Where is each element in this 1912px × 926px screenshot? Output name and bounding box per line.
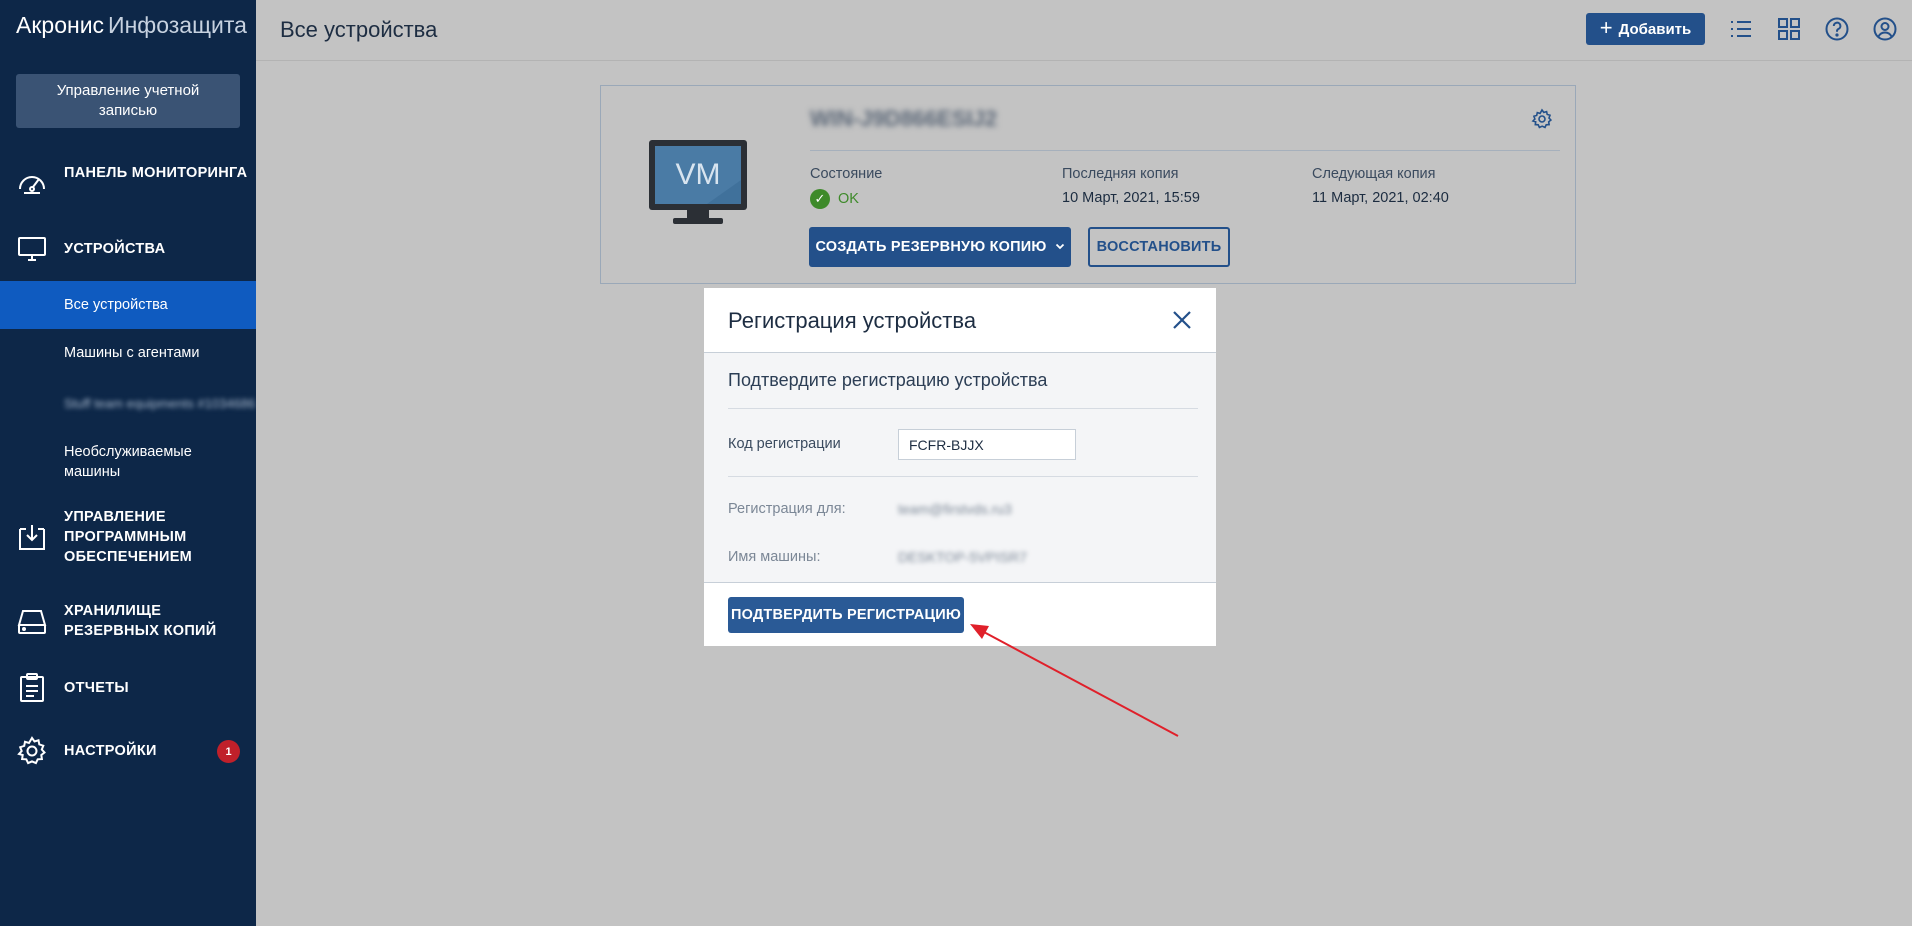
modal-subtitle: Подтвердите регистрацию устройства	[728, 370, 1048, 390]
user-account-icon[interactable]	[1872, 16, 1898, 42]
machine-name-value: DESKTOP-5VPISR7	[898, 549, 1027, 565]
create-backup-button[interactable]: СОЗДАТЬ РЕЗЕРВНУЮ КОПИЮ	[809, 227, 1071, 267]
sidebar: Акронис Инфозащита Управление учетной зап…	[0, 0, 256, 926]
sidebar-item-label: НАСТРОЙКИ	[64, 743, 157, 759]
registration-code-label: Код регистрации	[728, 436, 841, 452]
brand-main: Акронис	[16, 12, 105, 38]
sidebar-subitem-all-devices[interactable]: Все устройства	[0, 281, 256, 329]
sidebar-subitem-unmanaged-machines[interactable]: Необслуживаемые машины	[0, 440, 256, 484]
plus-icon: +	[1599, 15, 1613, 40]
modal-divider	[728, 476, 1198, 477]
close-icon[interactable]	[1168, 306, 1196, 334]
sidebar-item-dashboard[interactable]: ПАНЕЛЬ МОНИТОРИНГА	[0, 162, 256, 204]
gear-icon	[16, 735, 48, 767]
check-circle-icon: ✓	[810, 189, 830, 209]
modal-divider	[728, 408, 1198, 409]
gear-icon[interactable]	[1531, 108, 1553, 130]
create-backup-label: СОЗДАТЬ РЕЗЕРВНУЮ КОПИЮ	[815, 239, 1047, 255]
next-backup-value: 11 Март, 2021, 02:40	[1312, 190, 1449, 206]
next-backup-label: Следующая копия	[1312, 166, 1436, 182]
sidebar-item-label: ХРАНИЛИЩЕ РЕЗЕРВНЫХ КОПИЙ	[64, 603, 217, 639]
sidebar-item-devices[interactable]: УСТРОЙСТВА	[0, 233, 256, 265]
confirm-registration-button[interactable]: ПОДТВЕРДИТЬ РЕГИСТРАЦИЮ	[728, 597, 964, 633]
sidebar-item-label: УПРАВЛЕНИЕ ПРОГРАММНЫМ ОБЕСПЕЧЕНИЕМ	[64, 509, 193, 565]
clipboard-icon	[16, 672, 48, 704]
device-name[interactable]: WIN-J9D866ESIJ2	[810, 106, 997, 132]
sidebar-subitem-group-blurred[interactable]: Stuff team equipments #1034686	[0, 384, 256, 424]
sidebar-item-label: ОТЧЕТЫ	[64, 680, 129, 696]
sidebar-item-reports[interactable]: ОТЧЕТЫ	[0, 672, 256, 704]
sidebar-subitem-machines-with-agents[interactable]: Машины с агентами	[0, 340, 256, 366]
monitor-icon	[16, 233, 48, 265]
sidebar-item-label: УСТРОЙСТВА	[64, 241, 166, 257]
dashboard-icon	[16, 167, 48, 199]
settings-notification-badge: 1	[217, 740, 240, 763]
card-divider	[810, 150, 1560, 151]
device-card[interactable]: VM WIN-J9D866ESIJ2 Состояние ✓ OK Послед…	[600, 85, 1576, 284]
vm-monitor-icon: VM	[649, 140, 749, 231]
page-title: Все устройства	[280, 17, 438, 42]
restore-button[interactable]: ВОССТАНОВИТЬ	[1088, 227, 1230, 267]
sidebar-item-settings[interactable]: НАСТРОЙКИ 1	[0, 735, 256, 767]
list-view-icon[interactable]	[1728, 16, 1754, 42]
registration-code-input[interactable]	[898, 429, 1076, 460]
chevron-down-icon	[1055, 239, 1065, 255]
grid-view-icon[interactable]	[1776, 16, 1802, 42]
help-icon[interactable]	[1824, 16, 1850, 42]
modal-header: Регистрация устройства	[704, 288, 1216, 353]
sidebar-item-backup-storage[interactable]: ХРАНИЛИЩЕ РЕЗЕРВНЫХ КОПИЙ	[0, 600, 256, 642]
status-value: ✓ OK	[810, 189, 859, 209]
add-button[interactable]: + Добавить	[1586, 13, 1705, 45]
account-management-button[interactable]: Управление учетной записью	[16, 74, 240, 128]
top-header: Все устройства + Добавить	[256, 0, 1912, 61]
registration-for-value: team@firstvds.ru3	[898, 501, 1012, 517]
brand-logo[interactable]: Акронис Инфозащита	[16, 12, 247, 39]
brand-sub: Инфозащита	[108, 12, 247, 38]
sidebar-item-label: ПАНЕЛЬ МОНИТОРИНГА	[64, 165, 248, 181]
registration-for-label: Регистрация для:	[728, 501, 846, 517]
add-button-label: Добавить	[1618, 20, 1692, 38]
machine-name-label: Имя машины:	[728, 549, 821, 565]
sidebar-item-software-management[interactable]: УПРАВЛЕНИЕ ПРОГРАММНЫМ ОБЕСПЕЧЕНИЕМ	[0, 506, 256, 568]
last-backup-label: Последняя копия	[1062, 166, 1179, 182]
vm-label: VM	[676, 158, 721, 191]
device-registration-modal: Регистрация устройства Подтвердите регис…	[704, 288, 1216, 646]
last-backup-value: 10 Март, 2021, 15:59	[1062, 190, 1200, 206]
modal-title: Регистрация устройства	[728, 308, 977, 333]
software-download-icon	[16, 521, 48, 553]
status-label: Состояние	[810, 166, 883, 182]
storage-drive-icon	[16, 605, 48, 637]
status-text: OK	[838, 191, 859, 207]
